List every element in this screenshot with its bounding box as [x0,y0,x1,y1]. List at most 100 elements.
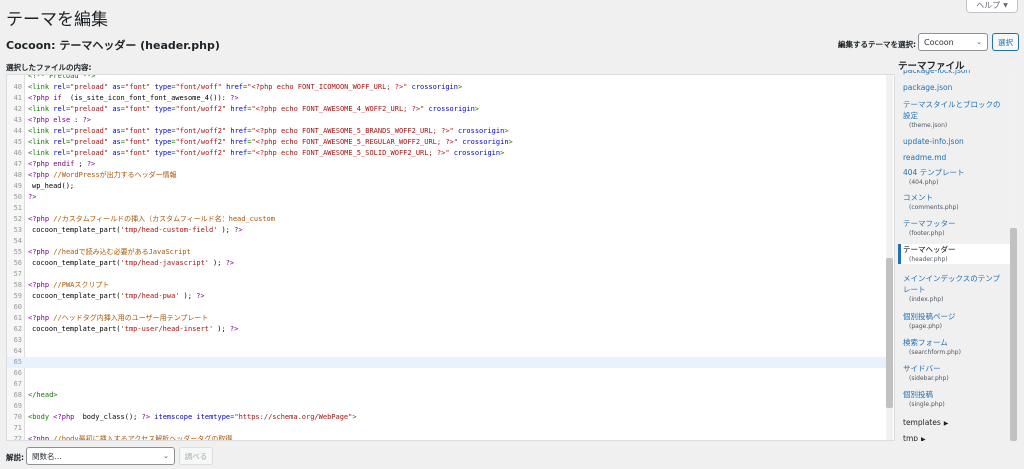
theme-file-item[interactable]: 検索フォーム (searchform.php) [898,337,1010,357]
code-line[interactable]: 43 <?php else: ?> [7,115,889,126]
code-text: <?php endif; ?> [24,160,95,168]
code-line[interactable]: 72 <?php //body最初に挿入するアクセス解析ヘッダータグの取得 [7,434,889,440]
code-line[interactable]: 70 <body <?php body_class(); ?> itemscope… [7,412,889,423]
code-line[interactable]: 50 ?> [7,192,889,203]
theme-files-list: package-lock.json package.json テーマスタイルとブロッ… [898,70,1010,441]
theme-file-name[interactable]: package.json [903,82,1010,93]
theme-file-item[interactable]: テーマヘッダー (header.php) [898,244,1010,264]
select-theme-button[interactable]: 選択 [992,33,1019,51]
code-line[interactable]: 63 [7,335,889,346]
editor-scroll-thumb[interactable] [886,258,893,408]
theme-file-name[interactable]: テーマヘッダー [903,244,1010,255]
theme-file-name-cont[interactable]: レート [903,284,1010,295]
line-number: 48 [13,171,22,179]
code-line[interactable]: 52 <?php //カスタムフィールドの挿入（カスタムフィールド名：head_c… [7,214,889,225]
code-token: <link [28,105,54,113]
editor-scrollbar[interactable] [886,75,893,440]
files-scroll-thumb[interactable] [1010,228,1017,441]
code-line[interactable]: 67 [7,379,889,390]
theme-file-item[interactable]: テーマフッター (footer.php) [898,218,1010,238]
theme-file-item[interactable]: package-lock.json [898,70,1010,76]
theme-file-name[interactable]: update-info.json [903,136,1010,147]
theme-file-name[interactable]: メインインデックスのテンプ [903,273,1010,284]
theme-file-name[interactable]: サイドバー [903,363,1010,374]
code-lines[interactable]: <!-- Preload --> 40 <link rel="preload" as… [7,75,889,440]
theme-file-item[interactable]: 個別投稿 (single.php) [898,389,1010,409]
theme-file-name[interactable]: コメント [903,192,1010,203]
code-line[interactable]: 58 <?php //PWAスクリプト [7,280,889,291]
code-token: "font/woff2" [175,105,227,113]
theme-file-name[interactable]: 個別投稿ページ [903,311,1010,322]
theme-file-item[interactable]: package.json [898,82,1010,93]
code-line[interactable]: 42 <link rel="preload" as="font" type="fo… [7,104,889,115]
code-line[interactable]: 66 [7,368,889,379]
theme-file-item[interactable]: サイドバー (sidebar.php) [898,363,1010,383]
code-editor[interactable]: <!-- Preload --> 40 <link rel="preload" as… [6,74,895,441]
line-number: 42 [13,105,22,113]
code-token: "preload" [70,138,109,146]
code-token: 'tmp/head-custom-field' [120,226,218,234]
line-number: 40 [13,83,22,91]
line-number: 50 [13,193,22,201]
code-line[interactable]: 51 [7,203,889,214]
theme-file-name[interactable]: 404 テンプレート [903,167,1010,178]
theme-file-name-cont[interactable]: 設定 [903,110,1010,121]
theme-file-item[interactable]: readme.md [898,152,1010,163]
code-line[interactable]: 55 <?php //headで読み込む必要があるJavaScript [7,247,889,258]
theme-file-item[interactable]: 404 テンプレート (404.php) [898,167,1010,187]
code-line[interactable]: 49 wp_head(); [7,181,889,192]
theme-file-item[interactable]: 個別投稿ページ (page.php) [898,311,1010,331]
code-token: type [154,138,172,146]
code-line[interactable]: 47 <?php endif; ?> [7,159,889,170]
code-line[interactable]: 71 [7,423,889,434]
theme-file-name[interactable]: package-lock.json [903,70,1010,76]
code-line[interactable]: 64 [7,346,889,357]
code-line[interactable]: 40 <link rel="preload" as="font" type="fo… [7,82,889,93]
code-text: <?php //ヘッドタグ内挿入用のユーザー用テンプレート [24,314,208,322]
code-line[interactable]: 56 cocoon_template_part('tmp/head-javascr… [7,258,889,269]
code-line[interactable]: 57 [7,269,889,280]
code-token: <?php [28,171,54,179]
theme-file-item[interactable]: コメント (comments.php) [898,192,1010,212]
function-name-select[interactable]: 関数名... ⌄ [26,447,175,465]
code-line[interactable]: 62 cocoon_template_part('tmp-user/head-in… [7,324,889,335]
theme-file-name[interactable]: 検索フォーム [903,337,1010,348]
theme-folder-item[interactable]: templates ▶ [903,418,948,427]
theme-file-name[interactable]: テーマスタイルとブロックの [903,99,1010,110]
code-line[interactable]: 41 <?php if (is_site_icon_font_font_aweso… [7,93,889,104]
code-token: ?> [196,292,205,300]
lookup-button[interactable]: 調べる [179,447,213,465]
code-line[interactable]: 54 [7,236,889,247]
theme-file-name[interactable]: テーマフッター [903,218,1010,229]
theme-file-item[interactable]: テーマスタイルとブロックの 設定 (theme.json) [898,99,1010,130]
theme-file-path: (single.php) [909,401,945,408]
code-line[interactable]: 68 </head> [7,390,889,401]
help-tab-button[interactable]: ヘルプ ▼ [966,0,1018,13]
code-token: crossorigin [428,105,475,113]
code-line[interactable]: 44 <link rel="preload" as="font" type="fo… [7,126,889,137]
code-line[interactable]: 65 [7,357,889,368]
code-token: (is_site_icon_font_font_awesome_4()): [65,94,231,102]
code-token: endif [53,160,75,168]
theme-select[interactable]: Cocoon ⌄ [918,33,988,51]
theme-file-item[interactable]: メインインデックスのテンプ レート (index.php) [898,273,1010,304]
code-line[interactable]: 53 cocoon_template_part('tmp/head-custom-… [7,225,889,236]
code-token: </head> [28,391,58,399]
code-line[interactable]: 69 [7,401,889,412]
code-line[interactable]: 60 [7,302,889,313]
code-line[interactable]: 48 <?php //WordPressが出力するヘッダー情報 [7,170,889,181]
code-line[interactable]: <!-- Preload --> [7,75,889,82]
code-line[interactable]: 45 <link rel="preload" as="font" type="fo… [7,137,889,148]
theme-file-name[interactable]: readme.md [903,152,1010,163]
theme-file-item[interactable]: update-info.json [898,136,1010,147]
code-token: <?php [28,160,54,168]
files-scrollbar[interactable] [1010,70,1017,441]
code-line[interactable]: 59 cocoon_template_part('tmp/head-pwa'); … [7,291,889,302]
theme-folder-item[interactable]: tmp ▶ [903,434,926,441]
theme-file-path: (searchform.php) [909,349,961,356]
code-line[interactable]: 61 <?php //ヘッドタグ内挿入用のユーザー用テンプレート [7,313,889,324]
theme-file-name[interactable]: 個別投稿 [903,389,1010,400]
code-token: cocoon_template_part( [32,325,121,333]
code-line[interactable]: 46 <link rel="preload" as="font" type="fo… [7,148,889,159]
